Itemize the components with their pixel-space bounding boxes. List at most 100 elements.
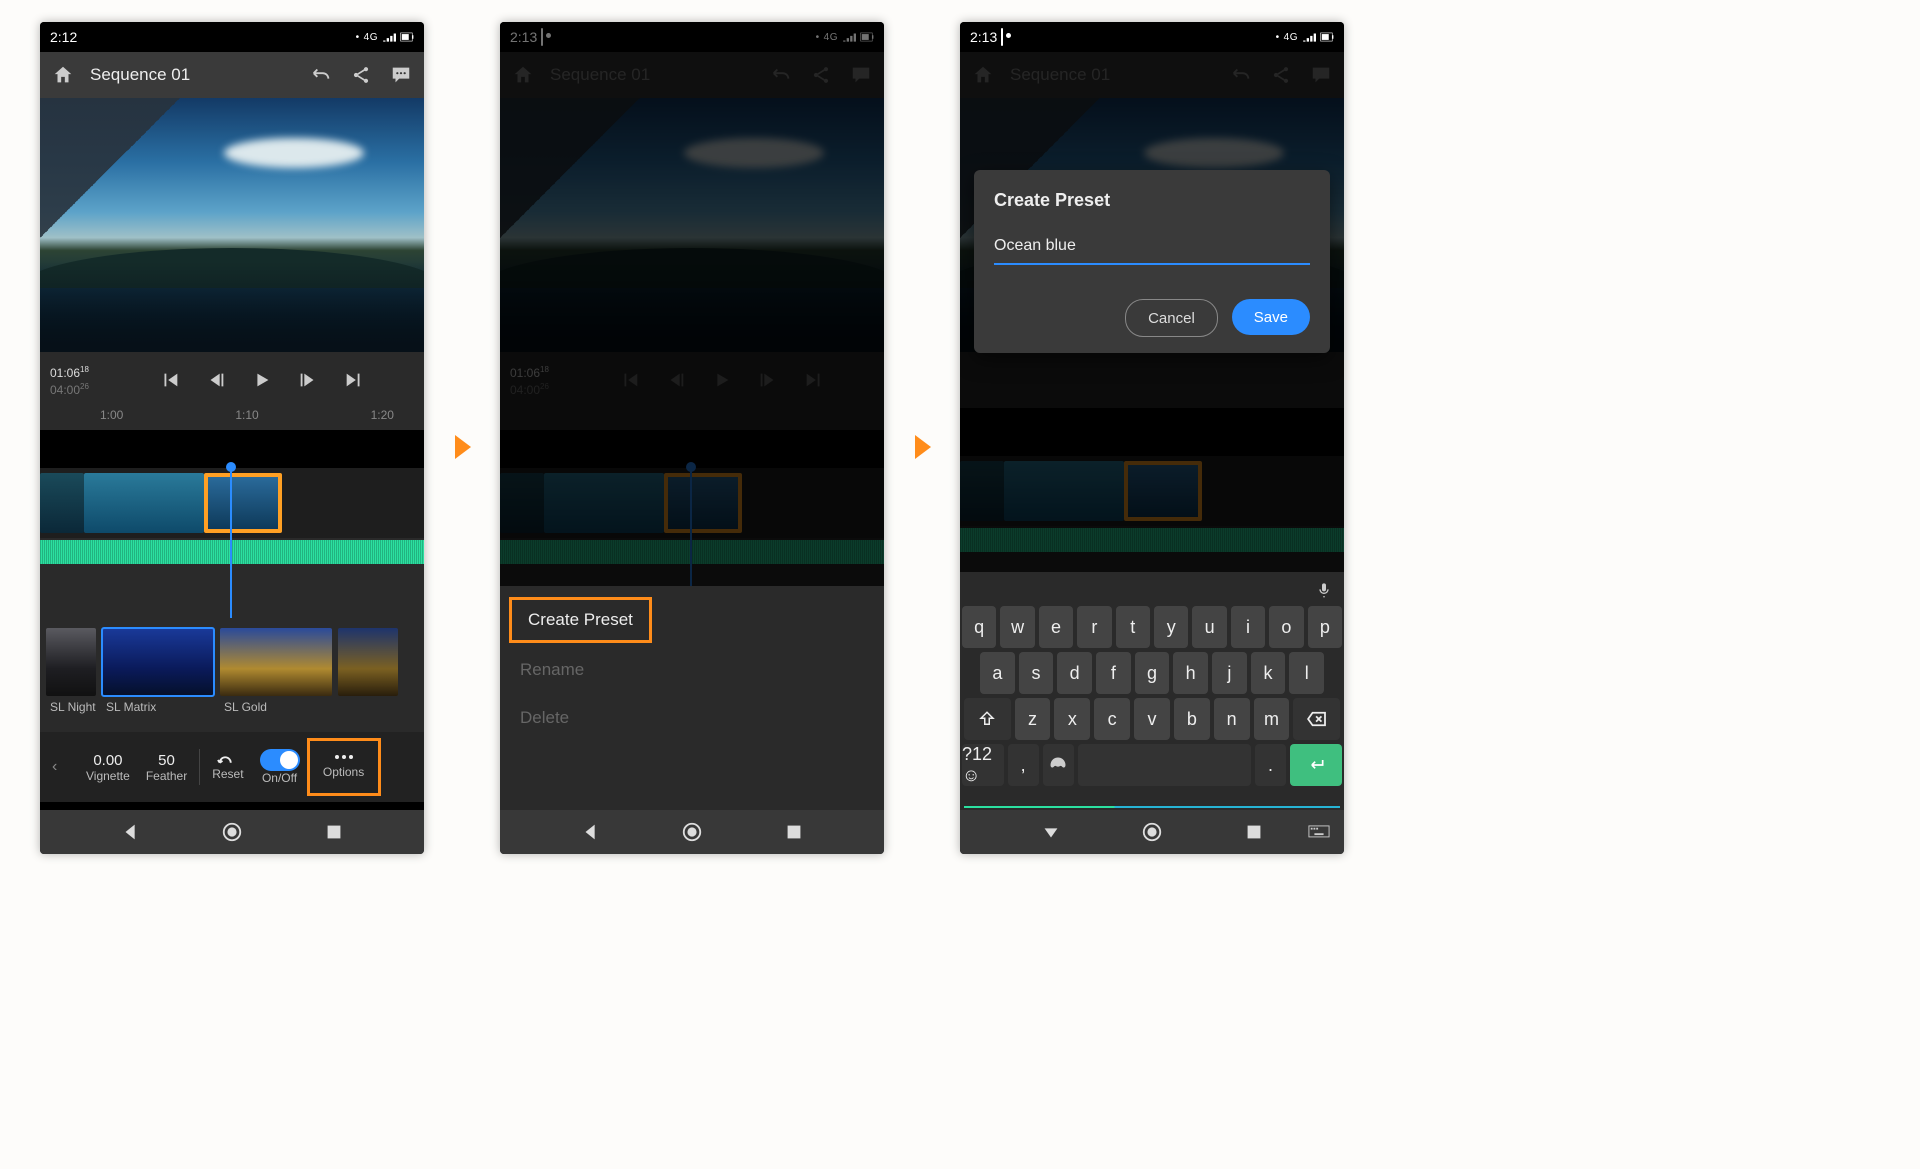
screen-3: 2:13 • 4G Sequence 01 (960, 22, 1344, 854)
timeline-clip[interactable] (84, 473, 204, 533)
preset-strip[interactable]: SL Night SL Matrix SL Gold (40, 618, 424, 732)
nav-recent-icon[interactable] (323, 821, 345, 843)
key-x[interactable]: x (1054, 698, 1090, 740)
video-preview[interactable] (40, 98, 424, 352)
preset-item[interactable]: SL Night (46, 628, 96, 732)
key-g[interactable]: g (1135, 652, 1170, 694)
comment-icon[interactable] (388, 62, 414, 88)
period-key[interactable]: . (1255, 744, 1286, 786)
key-j[interactable]: j (1212, 652, 1247, 694)
reset-button[interactable]: Reset (204, 753, 251, 781)
options-button[interactable]: Options (308, 739, 380, 795)
key-q[interactable]: q (962, 606, 996, 648)
nav-home-icon[interactable] (1141, 821, 1163, 843)
key-t[interactable]: t (1116, 606, 1150, 648)
preset-item-selected[interactable]: SL Matrix (102, 628, 214, 732)
key-f[interactable]: f (1096, 652, 1131, 694)
preset-name-input[interactable]: Ocean blue (994, 233, 1310, 265)
feather-control[interactable]: 50 Feather (138, 752, 195, 783)
backspace-key[interactable] (1293, 698, 1340, 740)
nav-back-icon[interactable] (1040, 821, 1062, 843)
key-c[interactable]: c (1094, 698, 1130, 740)
nav-back-icon[interactable] (120, 821, 142, 843)
modal-scrim[interactable] (500, 22, 884, 614)
key-y[interactable]: y (1154, 606, 1188, 648)
delete-item[interactable]: Delete (500, 694, 884, 742)
preset-item[interactable] (338, 628, 398, 732)
timeline-clip[interactable] (40, 473, 84, 533)
key-v[interactable]: v (1134, 698, 1170, 740)
shift-key[interactable] (964, 698, 1011, 740)
more-icon (335, 755, 353, 759)
frame-back-icon[interactable] (205, 369, 227, 391)
status-time: 2:12 (50, 29, 77, 45)
preset-label: SL Matrix (102, 700, 214, 714)
android-nav-bar (40, 810, 424, 854)
soft-keyboard[interactable]: qwertyuiop asdfghjkl zxcvbnm ?12☺ , . (960, 572, 1344, 810)
nav-back-icon[interactable] (580, 821, 602, 843)
rename-item[interactable]: Rename (500, 646, 884, 694)
key-w[interactable]: w (1000, 606, 1034, 648)
transport-bar: 01:0618 04:0026 (40, 352, 424, 408)
symbols-key[interactable]: ?12☺ (962, 744, 1004, 786)
frame-fwd-icon[interactable] (297, 369, 319, 391)
battery-icon (400, 32, 414, 42)
key-m[interactable]: m (1254, 698, 1290, 740)
key-h[interactable]: h (1173, 652, 1208, 694)
screen-2: 2:13 • 4G Sequence 01 01:0618 (500, 22, 884, 854)
key-r[interactable]: r (1077, 606, 1111, 648)
status-network: 4G (1284, 32, 1298, 43)
key-s[interactable]: s (1019, 652, 1054, 694)
nav-recent-icon[interactable] (783, 821, 805, 843)
key-z[interactable]: z (1015, 698, 1051, 740)
play-icon[interactable] (251, 369, 273, 391)
playhead[interactable] (230, 468, 232, 618)
create-preset-item[interactable]: Create Preset (512, 600, 649, 640)
keyboard-switch-icon[interactable] (1308, 825, 1330, 839)
skip-end-icon[interactable] (343, 369, 365, 391)
share-icon[interactable] (348, 62, 374, 88)
flow-arrow-2 (915, 435, 931, 459)
nav-recent-icon[interactable] (1243, 821, 1265, 843)
key-a[interactable]: a (980, 652, 1015, 694)
undo-icon[interactable] (308, 62, 334, 88)
key-p[interactable]: p (1308, 606, 1342, 648)
save-button[interactable]: Save (1232, 299, 1310, 335)
preset-item[interactable]: SL Gold (220, 628, 332, 732)
ruler-tick: 1:10 (235, 408, 258, 430)
key-o[interactable]: o (1269, 606, 1303, 648)
key-e[interactable]: e (1039, 606, 1073, 648)
skip-start-icon[interactable] (159, 369, 181, 391)
nav-home-icon[interactable] (681, 821, 703, 843)
space-key[interactable] (1078, 744, 1251, 786)
audio-track[interactable] (40, 540, 424, 564)
signal-icon (1302, 32, 1316, 42)
emoji-key[interactable] (1043, 744, 1074, 786)
preset-label: SL Night (46, 700, 96, 714)
onoff-toggle[interactable]: On/Off (252, 749, 308, 785)
timeline-clip-selected[interactable] (204, 473, 282, 533)
key-d[interactable]: d (1057, 652, 1092, 694)
controls-bar: ‹ 0.00 Vignette 50 Feather Reset On/Off … (40, 732, 424, 802)
key-l[interactable]: l (1289, 652, 1324, 694)
create-preset-dialog: Create Preset Ocean blue Cancel Save (974, 170, 1330, 353)
key-n[interactable]: n (1214, 698, 1250, 740)
nav-home-icon[interactable] (221, 821, 243, 843)
vignette-control[interactable]: 0.00 Vignette (78, 752, 138, 783)
android-nav-bar (960, 810, 1344, 854)
enter-key[interactable] (1290, 744, 1342, 786)
key-b[interactable]: b (1174, 698, 1210, 740)
chevron-left-icon[interactable]: ‹ (46, 758, 78, 776)
divider (199, 749, 200, 785)
key-i[interactable]: i (1231, 606, 1265, 648)
home-icon[interactable] (50, 62, 76, 88)
cancel-button[interactable]: Cancel (1125, 299, 1218, 337)
timeline[interactable] (40, 468, 424, 618)
comma-key[interactable]: , (1008, 744, 1039, 786)
dialog-title: Create Preset (994, 190, 1310, 211)
key-k[interactable]: k (1251, 652, 1286, 694)
mic-icon[interactable] (1316, 582, 1332, 598)
key-u[interactable]: u (1192, 606, 1226, 648)
timeline-ruler[interactable]: 1:00 1:10 1:20 (40, 408, 424, 430)
toggle-switch-icon[interactable] (260, 749, 300, 771)
